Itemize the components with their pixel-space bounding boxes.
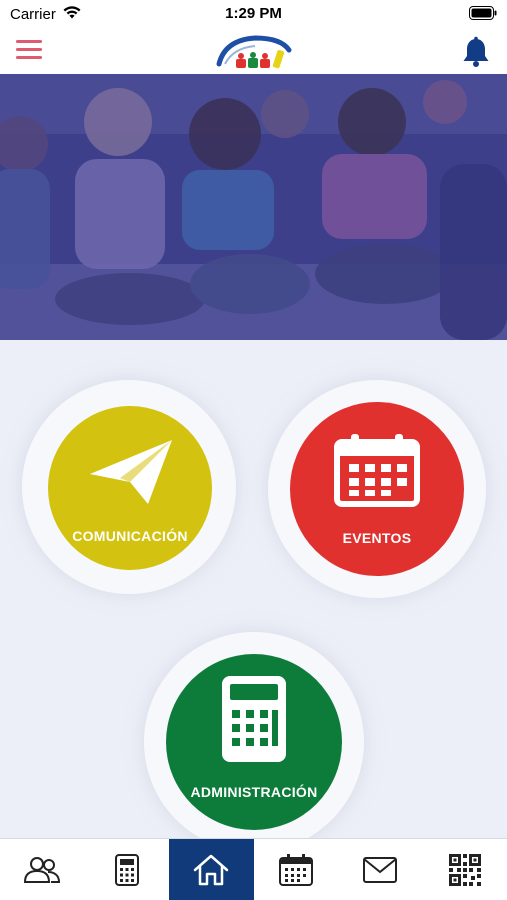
mail-icon (363, 856, 398, 883)
calendar-icon (334, 434, 420, 507)
battery-icon (469, 6, 497, 25)
eventos-button[interactable]: EVENTOS (290, 402, 464, 576)
nav-home[interactable] (169, 839, 254, 900)
bell-icon[interactable] (461, 36, 491, 68)
calculator-icon (114, 853, 139, 886)
administracion-label: ADMINISTRACIÓN (190, 784, 318, 800)
school-logo (215, 34, 293, 74)
administracion-button[interactable]: ADMINISTRACIÓN (166, 654, 342, 830)
eventos-label: EVENTOS (342, 530, 412, 546)
bottom-navigation (0, 838, 507, 900)
comunicacion-label: COMUNICACIÓN (72, 528, 188, 544)
status-bar: Carrier 1:29 PM (0, 0, 507, 28)
calendar-icon (278, 853, 313, 886)
hamburger-menu-icon[interactable] (16, 40, 46, 64)
paper-plane-icon (90, 440, 172, 504)
home-icon (194, 854, 229, 885)
nav-qr-code[interactable] (423, 839, 507, 900)
comunicacion-button[interactable]: COMUNICACIÓN (48, 406, 212, 570)
hero-photo (0, 74, 507, 340)
qr-code-icon (448, 853, 481, 886)
users-icon (24, 856, 61, 883)
nav-users[interactable] (0, 839, 85, 900)
nav-calculator[interactable] (85, 839, 170, 900)
calculator-icon (222, 676, 286, 762)
app-header (0, 28, 507, 74)
nav-calendar[interactable] (254, 839, 339, 900)
nav-mail[interactable] (338, 839, 423, 900)
clock: 1:29 PM (225, 5, 282, 22)
